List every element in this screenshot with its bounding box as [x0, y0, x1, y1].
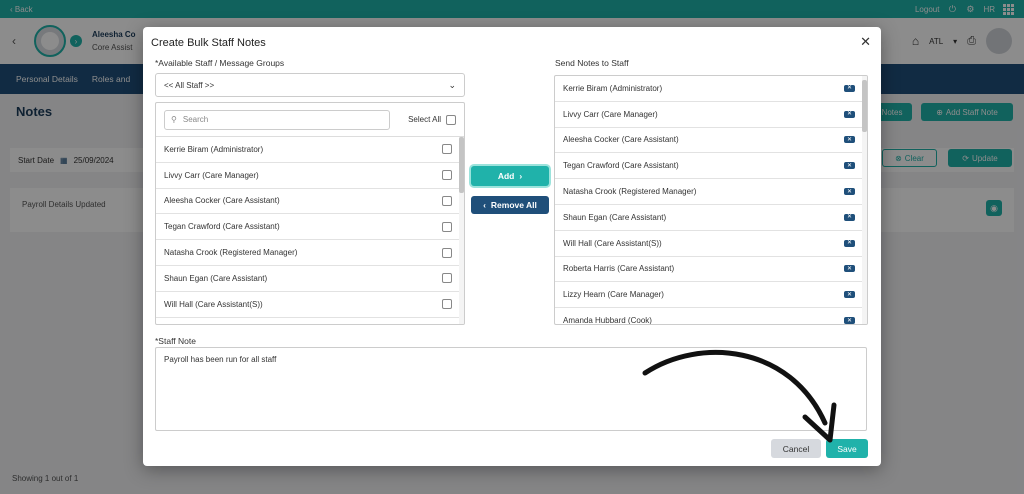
- available-staff-item[interactable]: Shaun Egan (Care Assistant): [156, 266, 464, 292]
- available-staff-item[interactable]: Aleesha Cocker (Care Assistant): [156, 189, 464, 215]
- remove-tag-icon[interactable]: ✕: [844, 213, 855, 221]
- staff-item-label: Amanda Hubbard (Cook): [563, 316, 652, 325]
- cancel-button[interactable]: Cancel: [771, 439, 821, 458]
- selected-staff-item: Kerrie Biram (Administrator) ✕: [555, 76, 867, 102]
- modal-title: Create Bulk Staff Notes: [151, 37, 266, 49]
- message-group-value: << All Staff >>: [164, 80, 215, 90]
- staff-item-label: Will Hall (Care Assistant(S)): [563, 238, 662, 248]
- select-all-label: Select All: [408, 115, 441, 124]
- staff-item-label: Livvy Carr (Care Manager): [563, 109, 658, 119]
- staff-note-textarea[interactable]: Payroll has been run for all staff: [155, 347, 867, 431]
- staff-note-text: Payroll has been run for all staff: [164, 355, 277, 364]
- staff-item-checkbox[interactable]: [442, 273, 452, 284]
- staff-item-label: Aleesha Cocker (Care Assistant): [164, 196, 280, 206]
- available-staff-label: *Available Staff / Message Groups: [155, 58, 285, 68]
- staff-item-label: Livvy Carr (Care Manager): [164, 170, 259, 180]
- chevron-right-icon: ›: [519, 171, 523, 181]
- search-icon: ⚲: [171, 115, 177, 124]
- remove-tag-icon[interactable]: ✕: [844, 291, 855, 299]
- staff-item-label: Will Hall (Care Assistant(S)): [164, 299, 263, 309]
- create-bulk-staff-notes-modal: Create Bulk Staff Notes ✕ *Available Sta…: [143, 27, 881, 466]
- staff-item-label: Natasha Crook (Registered Manager): [164, 248, 298, 258]
- staff-item-label: Kerrie Biram (Administrator): [563, 83, 663, 93]
- available-staff-item[interactable]: Livvy Carr (Care Manager): [156, 163, 464, 189]
- save-button[interactable]: Save: [826, 439, 868, 458]
- staff-item-label: Shaun Egan (Care Assistant): [164, 273, 268, 283]
- remove-tag-icon[interactable]: ✕: [844, 239, 855, 247]
- staff-item-label: Tegan Crawford (Care Assistant): [563, 161, 679, 171]
- staff-item-label: Tegan Crawford (Care Assistant): [164, 222, 280, 232]
- staff-item-checkbox[interactable]: [442, 247, 452, 258]
- select-all-checkbox[interactable]: [446, 114, 456, 125]
- staff-item-label: Aleesha Cocker (Care Assistant): [563, 135, 679, 145]
- remove-tag-icon[interactable]: ✕: [844, 317, 855, 324]
- selected-staff-item: Amanda Hubbard (Cook) ✕: [555, 308, 867, 325]
- available-staff-item[interactable]: Tegan Crawford (Care Assistant): [156, 214, 464, 241]
- select-all[interactable]: Select All: [408, 114, 456, 125]
- remove-tag-icon[interactable]: ✕: [844, 188, 855, 196]
- search-input[interactable]: ⚲ Search: [164, 109, 390, 130]
- selected-staff-item: Aleesha Cocker (Care Assistant) ✕: [555, 128, 867, 154]
- selected-staff-item: Livvy Carr (Care Manager) ✕: [555, 102, 867, 128]
- remove-tag-icon[interactable]: ✕: [844, 136, 855, 144]
- send-notes-label: Send Notes to Staff: [555, 58, 629, 68]
- remove-tag-icon[interactable]: ✕: [844, 84, 855, 92]
- remove-tag-icon[interactable]: ✕: [844, 110, 855, 118]
- available-scrollbar[interactable]: [459, 137, 464, 324]
- staff-item-label: Shaun Egan (Care Assistant): [563, 212, 667, 222]
- chevron-down-icon: ⌄: [448, 79, 456, 90]
- staff-item-checkbox[interactable]: [442, 170, 452, 181]
- search-placeholder: Search: [182, 115, 209, 124]
- staff-note-label: *Staff Note: [155, 336, 196, 346]
- staff-item-checkbox[interactable]: [442, 144, 452, 155]
- chevron-left-icon: ‹: [483, 200, 486, 210]
- available-staff-list: Kerrie Biram (Administrator) Livvy Carr (…: [156, 137, 464, 318]
- message-group-select[interactable]: << All Staff >> ⌄: [155, 73, 465, 97]
- remove-tag-icon[interactable]: ✕: [844, 162, 855, 170]
- staff-item-label: Lizzy Hearn (Care Manager): [563, 290, 664, 300]
- selected-staff-panel: Kerrie Biram (Administrator) ✕ Livvy Carr …: [554, 75, 868, 325]
- remove-all-button[interactable]: ‹ Remove All: [471, 196, 549, 214]
- available-staff-item[interactable]: Will Hall (Care Assistant(S)): [156, 292, 464, 318]
- remove-tag-icon[interactable]: ✕: [844, 265, 855, 273]
- available-staff-item[interactable]: Natasha Crook (Registered Manager): [156, 240, 464, 266]
- selected-staff-item: Natasha Crook (Registered Manager) ✕: [555, 179, 867, 205]
- selected-scrollbar[interactable]: [862, 76, 867, 324]
- available-staff-item[interactable]: Kerrie Biram (Administrator): [156, 137, 464, 163]
- search-row: ⚲ Search Select All: [156, 103, 464, 137]
- staff-item-checkbox[interactable]: [442, 195, 452, 206]
- staff-item-checkbox[interactable]: [442, 299, 452, 310]
- selected-staff-item: Roberta Harris (Care Assistant) ✕: [555, 257, 867, 283]
- selected-staff-item: Tegan Crawford (Care Assistant) ✕: [555, 153, 867, 180]
- selected-staff-item: Will Hall (Care Assistant(S)) ✕: [555, 231, 867, 257]
- selected-staff-list: Kerrie Biram (Administrator) ✕ Livvy Carr …: [555, 76, 867, 325]
- selected-staff-item: Shaun Egan (Care Assistant) ✕: [555, 205, 867, 231]
- staff-item-checkbox[interactable]: [442, 221, 452, 232]
- selected-staff-item: Lizzy Hearn (Care Manager) ✕: [555, 282, 867, 309]
- staff-item-label: Natasha Crook (Registered Manager): [563, 187, 697, 197]
- available-staff-panel: ⚲ Search Select All Kerrie Biram (Admini…: [155, 102, 465, 325]
- close-icon[interactable]: ✕: [860, 34, 871, 50]
- staff-item-label: Roberta Harris (Care Assistant): [563, 264, 675, 274]
- add-button[interactable]: Add ›: [471, 166, 549, 186]
- staff-item-label: Kerrie Biram (Administrator): [164, 144, 264, 154]
